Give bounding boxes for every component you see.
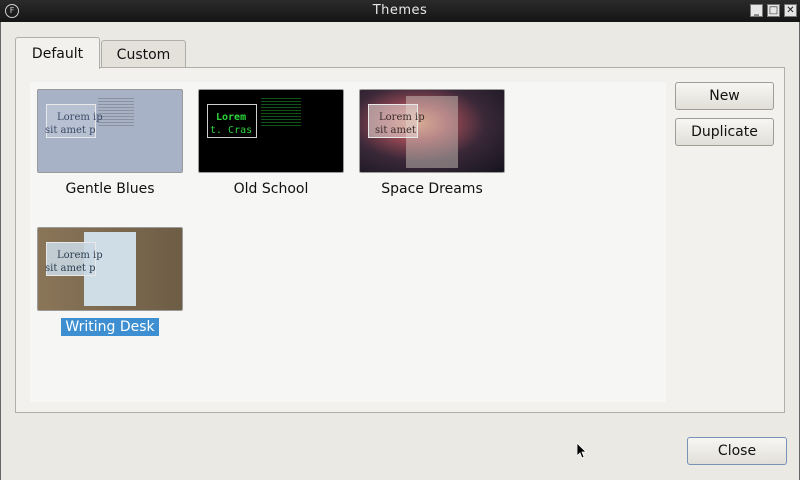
window-border-left [0,22,1,480]
thumbnail-sample-text: Lorem t. Cras [207,104,257,138]
theme-thumbnail[interactable]: Lorem ip sit amet p [37,89,183,173]
title-bar: F Themes _ □ ✕ [0,0,800,22]
theme-grid[interactable]: Lorem ip sit amet p Gentle Blues Lorem t. … [30,82,666,402]
thumbnail-text-block [98,98,134,128]
tab-custom-label: Custom [116,46,171,63]
mouse-cursor-icon [577,443,587,459]
close-button[interactable]: Close [687,437,787,465]
thumbnail-sample-text: Lorem ip sit amet [368,104,425,138]
theme-name-selected: Writing Desk [37,318,183,336]
duplicate-theme-button[interactable]: Duplicate [675,118,774,146]
new-theme-button[interactable]: New [675,82,774,110]
thumbnail-text-block [261,98,301,128]
theme-name: Gentle Blues [65,181,155,197]
theme-name: Space Dreams [381,181,483,197]
theme-thumbnail[interactable]: Lorem ip sit amet [359,89,505,173]
thumbnail-sample-text: Lorem ip sit amet p [45,242,103,276]
theme-thumbnail[interactable]: Lorem ip sit amet p [37,227,183,311]
theme-thumbnail[interactable]: Lorem t. Cras [198,89,344,173]
tab-default[interactable]: Default [15,37,100,69]
window-title: Themes [372,3,428,18]
maximize-icon[interactable]: □ [767,4,780,17]
minimize-icon[interactable]: _ [750,4,763,17]
theme-name: Old School [233,181,309,197]
tab-custom[interactable]: Custom [101,40,186,68]
close-window-icon[interactable]: ✕ [784,4,797,17]
tab-default-label: Default [31,45,84,62]
thumbnail-sample-text: Lorem ip sit amet p [45,104,103,138]
tab-panel: Lorem ip sit amet p Gentle Blues Lorem t. … [15,67,785,413]
